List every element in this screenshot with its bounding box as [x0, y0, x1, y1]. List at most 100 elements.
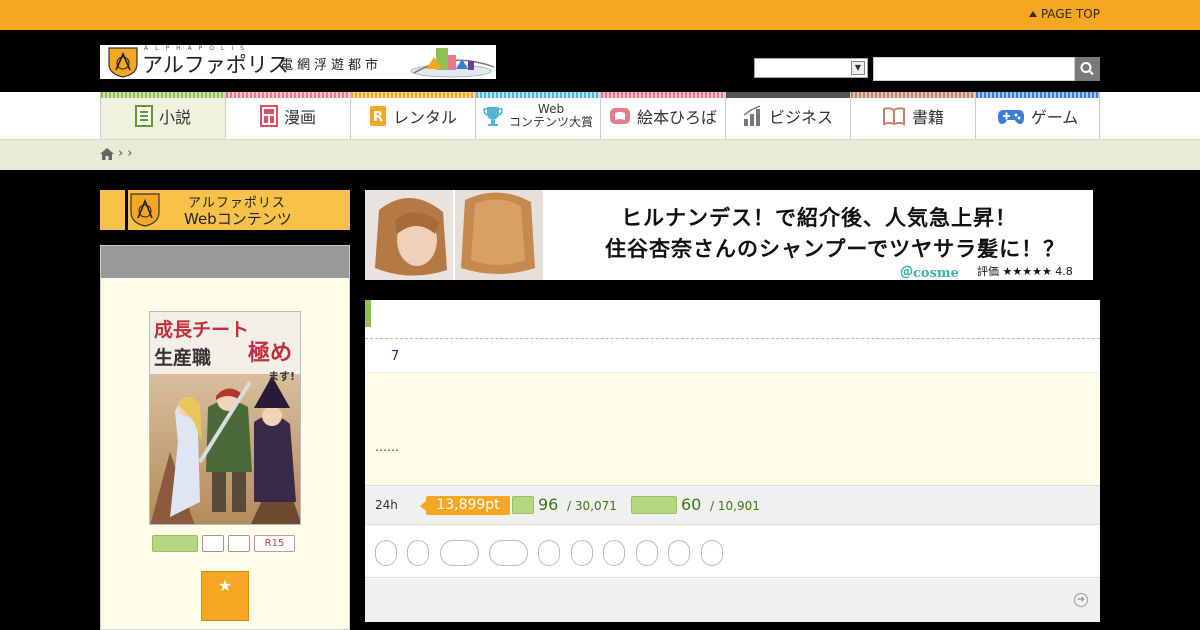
search-input[interactable] [873, 57, 1075, 81]
tag-pill[interactable] [603, 540, 625, 566]
trophy-icon [483, 105, 503, 127]
nav-novel[interactable]: 小説 [100, 92, 225, 139]
breadcrumb-separator: › [127, 146, 133, 161]
tag-pill[interactable] [701, 540, 723, 566]
rank-value: 96 [538, 495, 559, 514]
home-icon[interactable] [100, 147, 114, 160]
ad-rating: 評価 ★★★★★ 4.8 [977, 265, 1073, 278]
points-badge: 13,899pt [420, 496, 510, 515]
work-meta-row [365, 340, 1100, 373]
book-icon [882, 105, 906, 127]
site-logo[interactable]: ALPHAPOLIS アルファポリス 電網浮遊都市 [100, 45, 496, 79]
novel-icon [134, 104, 153, 127]
breadcrumb-bar [0, 139, 1200, 170]
search-icon [1080, 62, 1094, 76]
nav-game-label: ゲーム [1030, 107, 1079, 127]
panel-header [101, 246, 349, 278]
nav-stripe [351, 92, 475, 98]
nav-rental[interactable]: R レンタル [350, 92, 475, 139]
nav-novel-label: 小説 [158, 107, 191, 127]
arrow-right-circle-icon[interactable]: ➔ [1074, 593, 1088, 607]
up-arrow-icon [1028, 11, 1037, 17]
nav-books-label: 書籍 [911, 107, 944, 127]
cover-title-text-3: 極め [248, 340, 292, 366]
page-top-label: PAGE TOP [1040, 7, 1100, 21]
stat-period-label: 24h [375, 498, 398, 512]
nav-stripe [976, 92, 1099, 98]
top-bar [0, 0, 1200, 30]
nav-award-label-1: Web [537, 101, 565, 116]
nav-manga-label: 漫画 [283, 107, 316, 127]
tag-pill[interactable] [440, 540, 479, 566]
nav-picture-book[interactable]: 絵本ひろば [600, 92, 725, 139]
tag-pill[interactable] [489, 540, 528, 566]
tag-pill[interactable] [571, 540, 593, 566]
genre-badge [202, 535, 224, 552]
work-title-bar [365, 300, 1100, 339]
search-category-select[interactable]: ▼ [754, 58, 868, 78]
advertisement-banner[interactable]: ヒルナンデス！で紹介後、人気急上昇！ 住谷杏奈さんのシャンプーでツヤサラ髪に！？… [365, 190, 1093, 280]
rank-total: / 30,071 [567, 499, 617, 513]
alphapolis-emblem-icon [130, 193, 160, 227]
ad-headline-1: ヒルナンデス！で紹介後、人気急上昇！ [621, 206, 1017, 230]
rank-total: / 10,901 [710, 499, 760, 513]
gamepad-icon [997, 105, 1025, 127]
rank-badge [631, 496, 677, 514]
breadcrumb: › › [100, 146, 132, 161]
nav-stripe [226, 92, 350, 98]
cover-title-text-2: 生産職 [154, 346, 211, 369]
work-description: …… [375, 440, 399, 454]
cover-title-text-4: ます! [268, 370, 295, 383]
nav-stripe [726, 92, 850, 98]
nav-picture-book-label: 絵本ひろば [636, 107, 717, 127]
page-top-link[interactable]: PAGE TOP [1028, 7, 1100, 21]
rating-badge: R15 [254, 535, 295, 552]
manga-icon [259, 104, 278, 127]
ad-headline-2: 住谷杏奈さんのシャンプーでツヤサラ髪に！？ [605, 237, 1066, 261]
nav-stripe [601, 92, 725, 98]
genre-badge [228, 535, 250, 552]
webcontents-banner[interactable]: アルファポリス Webコンテンツ [100, 190, 350, 230]
favorite-button[interactable]: ★ [201, 571, 249, 621]
tag-row: R15 [152, 535, 295, 552]
detail-footer [365, 579, 1100, 622]
main-nav: 小説 漫画 R レンタル Web コンテンツ大賞 絵本ひろば ビジネス 書籍 ゲー… [100, 92, 1100, 139]
title-accent-bar [365, 300, 371, 327]
star-icon: ★ [217, 576, 233, 595]
banner-block [100, 190, 125, 230]
nav-stripe [476, 92, 600, 98]
banner-text-line2: Webコンテンツ [184, 210, 292, 228]
rank-badge [512, 496, 534, 514]
alphapolis-emblem-icon [108, 47, 138, 78]
nav-stripe [101, 92, 225, 98]
nav-books[interactable]: 書籍 [850, 92, 975, 139]
picture-book-icon [609, 105, 631, 127]
brand-subtitle: 電網浮遊都市 [280, 58, 383, 73]
city-illustration-icon [410, 48, 495, 78]
chart-icon [743, 104, 763, 127]
nav-game[interactable]: ゲーム [975, 92, 1100, 139]
nav-rental-label: レンタル [392, 107, 457, 127]
nav-manga[interactable]: 漫画 [225, 92, 350, 139]
brand-name: アルファポリス [142, 53, 289, 77]
search-button[interactable] [1075, 57, 1100, 81]
tag-pill[interactable] [407, 540, 429, 566]
rank-value: 60 [681, 495, 702, 514]
nav-web-contents-award[interactable]: Web コンテンツ大賞 [475, 92, 600, 139]
chevron-down-icon: ▼ [851, 61, 865, 75]
nav-stripe [851, 92, 975, 98]
tag-pill[interactable] [375, 540, 397, 566]
tag-pill[interactable] [636, 540, 658, 566]
svg-text:R: R [373, 110, 383, 125]
ad-hair-photo [365, 190, 543, 280]
tag-pill[interactable] [538, 540, 560, 566]
rental-icon: R [369, 105, 387, 127]
ad-brand-logo: ＠cosme [900, 266, 959, 280]
episode-count: 7 [391, 349, 400, 364]
tag-pill[interactable] [668, 540, 690, 566]
book-cover-image[interactable]: 成長チート 生産職 極め ます! [149, 311, 301, 525]
nav-business[interactable]: ビジネス [725, 92, 850, 139]
breadcrumb-separator: › [118, 146, 124, 161]
nav-business-label: ビジネス [768, 107, 833, 127]
status-badge [152, 535, 198, 552]
